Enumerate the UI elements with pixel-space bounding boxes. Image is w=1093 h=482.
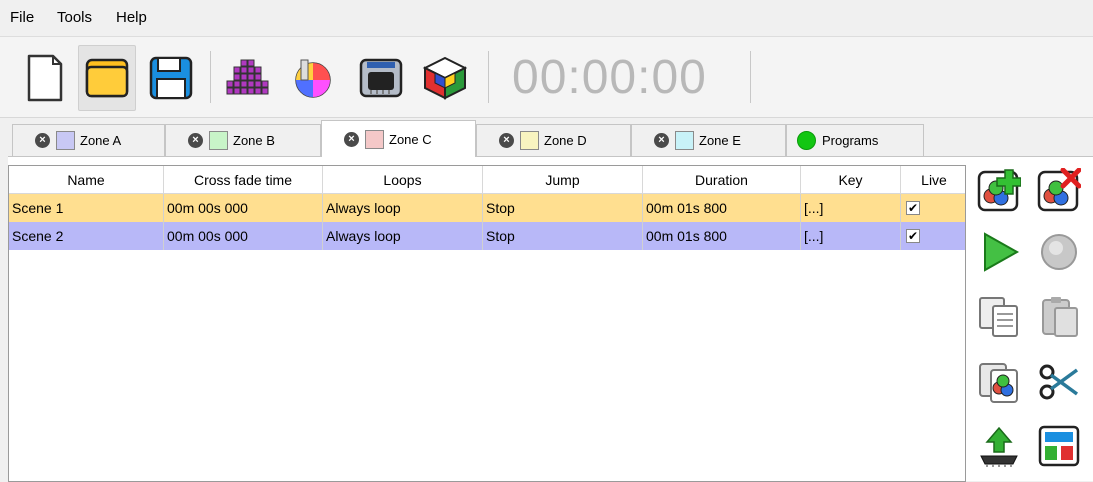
tab-label: Zone B [233,133,275,148]
tab-label: Programs [822,133,879,148]
cube-icon [422,56,468,100]
duplicate-scene-button[interactable] [974,357,1024,407]
time-display: 00:00:00 [512,51,707,104]
cell-cross-fade[interactable]: 00m 00s 000 [164,194,323,222]
zone-content-pane: Name Cross fade time Loops Jump Duration… [8,156,1093,482]
column-header-duration[interactable]: Duration [643,166,801,194]
zone-color-swatch [209,131,228,150]
cube-button[interactable] [416,45,474,111]
column-header-cross-fade[interactable]: Cross fade time [164,166,323,194]
save-button[interactable] [142,45,200,111]
cell-jump[interactable]: Stop [483,194,643,222]
delete-scene-icon [1037,168,1081,212]
stop-icon [1041,234,1077,270]
interface-device-icon [359,58,403,98]
column-header-live[interactable]: Live [901,166,965,194]
color-wheel-icon [295,59,331,98]
zone-tabs: × Zone A × Zone B × Zone C × Zone D × Zo… [0,120,1093,157]
tab-zone-e[interactable]: × Zone E [631,124,786,156]
stop-button[interactable] [1034,227,1084,277]
live-checkbox[interactable]: ✔ [906,229,920,243]
toolbar-separator [488,51,489,103]
table-header: Name Cross fade time Loops Jump Duration… [9,166,965,194]
column-header-loops[interactable]: Loops [323,166,483,194]
zone-color-swatch [56,131,75,150]
cell-key[interactable]: [...] [801,194,901,222]
table-row[interactable]: Scene 2 00m 00s 000 Always loop Stop 00m… [9,222,965,250]
menu-help[interactable]: Help [116,9,147,26]
toolbar-separator [750,51,751,103]
toolbar-separator [210,51,211,103]
cell-name[interactable]: Scene 1 [9,194,164,222]
add-scene-button[interactable] [974,165,1024,215]
tab-label: Zone C [389,131,432,147]
layout-button[interactable] [1034,421,1084,471]
tab-zone-d[interactable]: × Zone D [476,124,631,156]
tab-zone-c[interactable]: × Zone C [321,120,476,157]
colors-button[interactable] [282,45,340,111]
menu-bar: File Tools Help [0,0,1093,36]
open-folder-icon [85,58,129,98]
new-button[interactable] [16,45,74,111]
paste-icon [1042,297,1078,337]
live-checkbox[interactable]: ✔ [906,201,920,215]
column-header-jump[interactable]: Jump [483,166,643,194]
column-header-name[interactable]: Name [9,166,164,194]
duplicate-scene-icon [979,363,1018,403]
menu-file[interactable]: File [10,9,34,26]
cell-duration[interactable]: 00m 01s 800 [643,194,801,222]
new-document-icon [27,54,63,102]
zone-color-swatch [675,131,694,150]
tab-programs[interactable]: Programs [786,124,924,156]
close-icon[interactable]: × [654,133,669,148]
close-icon[interactable]: × [35,133,50,148]
cell-duration[interactable]: 00m 01s 800 [643,222,801,250]
open-button[interactable] [78,45,136,111]
cut-icon [1039,364,1079,400]
programs-status-icon [797,131,816,150]
tab-label: Zone D [544,133,587,148]
save-icon [149,56,193,100]
cell-loops[interactable]: Always loop [323,194,483,222]
cell-name[interactable]: Scene 2 [9,222,164,250]
cell-jump[interactable]: Stop [483,222,643,250]
copy-button[interactable] [974,291,1024,341]
cell-key[interactable]: [...] [801,222,901,250]
play-button[interactable] [974,227,1024,277]
delete-scene-button[interactable] [1034,165,1084,215]
zone-color-swatch [365,129,384,149]
scene-table: Name Cross fade time Loops Jump Duration… [8,165,966,482]
zone-color-swatch [520,131,539,150]
copy-icon [979,297,1018,337]
tab-label: Zone E [699,133,741,148]
cell-loops[interactable]: Always loop [323,222,483,250]
interface-button[interactable] [352,45,410,111]
upload-button[interactable] [974,421,1024,471]
fixtures-button[interactable] [218,45,276,111]
tab-zone-b[interactable]: × Zone B [165,124,321,156]
tab-label: Zone A [80,133,122,148]
close-icon[interactable]: × [499,133,514,148]
play-icon [984,232,1020,272]
cell-cross-fade[interactable]: 00m 00s 000 [164,222,323,250]
toolbar: 00:00:00 [0,36,1093,118]
tab-zone-a[interactable]: × Zone A [12,124,165,156]
menu-tools[interactable]: Tools [57,9,92,26]
column-header-key[interactable]: Key [801,166,901,194]
fixture-grid-icon [226,59,269,95]
table-row[interactable]: Scene 1 00m 00s 000 Always loop Stop 00m… [9,194,965,222]
cut-button[interactable] [1034,357,1084,407]
upload-to-device-icon [980,426,1018,467]
add-scene-icon [977,169,1021,212]
close-icon[interactable]: × [344,131,359,147]
paste-button[interactable] [1034,291,1084,341]
close-icon[interactable]: × [188,133,203,148]
layout-icon [1038,425,1080,467]
